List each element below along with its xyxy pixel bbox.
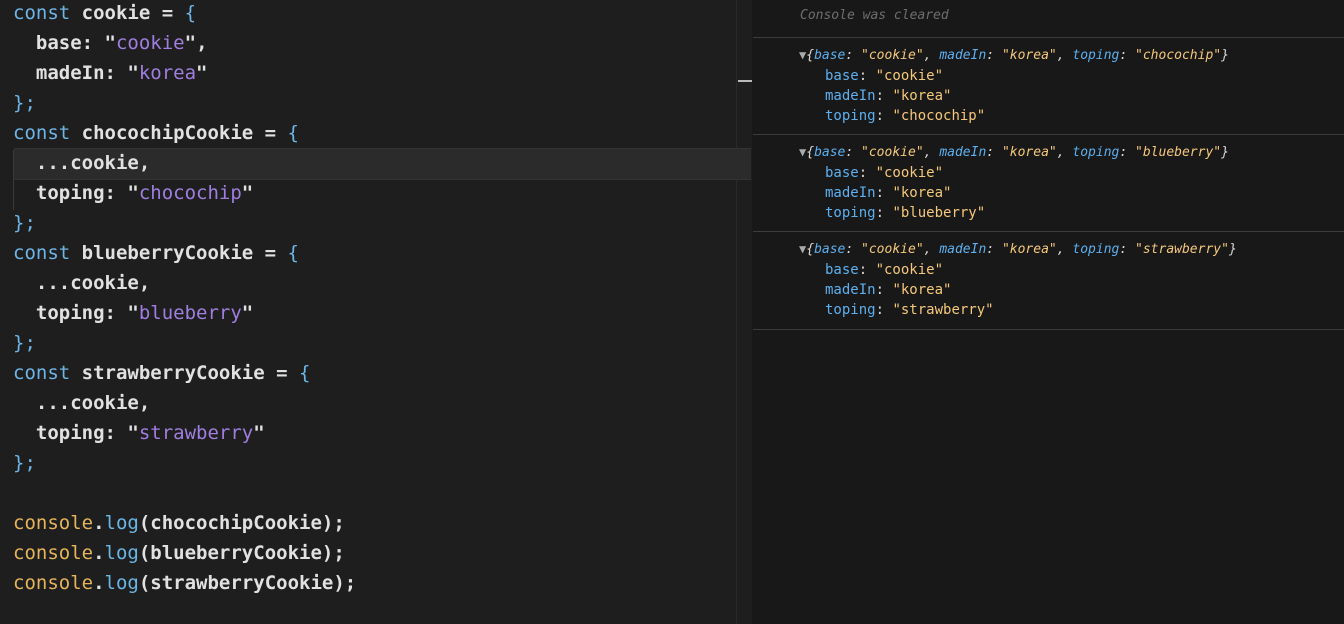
property-row: base: "cookie" <box>825 68 944 84</box>
code-line-18[interactable]: console.log(chocochipCookie); <box>13 508 345 538</box>
console-entry[interactable]: ▼{base: "cookie", madeIn: "korea", topin… <box>753 37 1344 135</box>
panel-divider[interactable] <box>736 0 737 624</box>
object-summary[interactable]: ▼{base: "cookie", madeIn: "korea", topin… <box>799 145 1229 160</box>
console-panel: Console was cleared ▼{base: "cookie", ma… <box>753 0 1344 624</box>
object-summary[interactable]: ▼{base: "cookie", madeIn: "korea", topin… <box>799 48 1229 63</box>
code-line-13[interactable]: const strawberryCookie = { <box>13 358 310 388</box>
code-editor[interactable]: const cookie = { base: "cookie", madeIn:… <box>0 0 752 624</box>
code-line-10[interactable]: ...cookie, <box>13 268 150 298</box>
property-row: base: "cookie" <box>825 262 944 278</box>
property-row: toping: "strawberry" <box>825 302 994 318</box>
property-row: madeIn: "korea" <box>825 88 952 104</box>
code-line-16[interactable]: }; <box>13 448 36 478</box>
code-line-3[interactable]: madeIn: "korea" <box>13 58 208 88</box>
object-summary[interactable]: ▼{base: "cookie", madeIn: "korea", topin… <box>799 242 1237 257</box>
console-entry[interactable]: ▼{base: "cookie", madeIn: "korea", topin… <box>753 134 1344 232</box>
code-line-11[interactable]: toping: "blueberry" <box>13 298 253 328</box>
code-line-15[interactable]: toping: "strawberry" <box>13 418 265 448</box>
property-row: toping: "blueberry" <box>825 205 986 221</box>
property-row: base: "cookie" <box>825 165 944 181</box>
code-line-6[interactable]: ...cookie, <box>13 148 150 178</box>
code-line-9[interactable]: const blueberryCookie = { <box>13 238 299 268</box>
code-line-4[interactable]: }; <box>13 88 36 118</box>
code-line-2[interactable]: base: "cookie", <box>13 28 208 58</box>
code-line-20[interactable]: console.log(strawberryCookie); <box>13 568 356 598</box>
expand-triangle-icon[interactable]: ▼ <box>799 145 806 159</box>
console-entry[interactable]: ▼{base: "cookie", madeIn: "korea", topin… <box>753 231 1344 330</box>
code-line-5[interactable]: const chocochipCookie = { <box>13 118 299 148</box>
code-line-7[interactable]: toping: "chocochip" <box>13 178 253 208</box>
expand-triangle-icon[interactable]: ▼ <box>799 242 806 256</box>
expand-triangle-icon[interactable]: ▼ <box>799 48 806 62</box>
code-line-8[interactable]: }; <box>13 208 36 238</box>
resize-handle[interactable] <box>738 80 752 82</box>
code-line-19[interactable]: console.log(blueberryCookie); <box>13 538 345 568</box>
property-row: toping: "chocochip" <box>825 108 986 124</box>
property-row: madeIn: "korea" <box>825 185 952 201</box>
code-line-1[interactable]: const cookie = { <box>13 0 196 28</box>
console-cleared-message: Console was cleared <box>800 8 949 23</box>
property-row: madeIn: "korea" <box>825 282 952 298</box>
code-line-14[interactable]: ...cookie, <box>13 388 150 418</box>
code-line-12[interactable]: }; <box>13 328 36 358</box>
